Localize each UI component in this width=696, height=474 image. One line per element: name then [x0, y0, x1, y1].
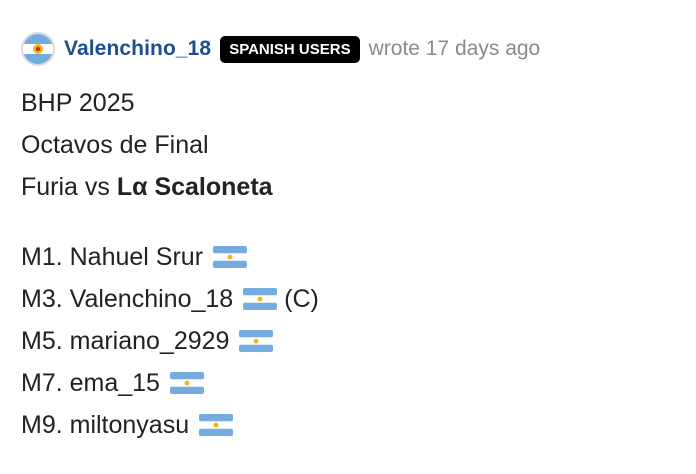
matchup-team: Lα Scaloneta: [116, 173, 273, 201]
roster-item: M3. Valenchino_18 (C): [21, 278, 319, 320]
argentina-flag-icon: [239, 323, 274, 365]
captain-marker: (C): [277, 285, 319, 313]
post-line-matchup: Furia vs Lα Scaloneta: [21, 166, 319, 208]
argentina-flag-icon: [199, 407, 234, 449]
user-avatar[interactable]: [21, 32, 55, 66]
matchup-prefix: Furia vs: [21, 173, 117, 201]
roster-item-text: M3. Valenchino_18: [21, 285, 234, 313]
argentina-flag-emblem-icon: [23, 34, 53, 64]
post-line-round: Octavos de Final: [21, 131, 209, 159]
roster-item-text: M7. ema_15: [21, 369, 160, 397]
roster-item: M5. mariano_2929: [21, 320, 319, 362]
argentina-flag-icon: [213, 239, 248, 281]
post-header: Valenchino_18 SPANISH USERS wrote 17 day…: [21, 32, 540, 66]
roster-item: M9. miltonyasu: [21, 404, 319, 446]
roster-item-text: M9. miltonyasu: [21, 411, 190, 439]
roster-item-text: M5. mariano_2929: [21, 327, 230, 355]
post-body: BHP 2025 Octavos de Final Furia vs Lα Sc…: [21, 82, 319, 446]
argentina-flag-icon: [243, 281, 278, 323]
post-line-title: BHP 2025: [21, 89, 135, 117]
roster-item: M7. ema_15: [21, 362, 319, 404]
argentina-flag-icon: [169, 365, 204, 407]
roster-item-text: M1. Nahuel Srur: [21, 243, 204, 271]
group-badge[interactable]: SPANISH USERS: [220, 35, 360, 63]
roster-item: M1. Nahuel Srur: [21, 236, 319, 278]
post-timestamp: wrote 17 days ago: [368, 37, 541, 60]
captain-suffix: (C): [284, 285, 319, 313]
author-username[interactable]: Valenchino_18: [64, 37, 211, 61]
